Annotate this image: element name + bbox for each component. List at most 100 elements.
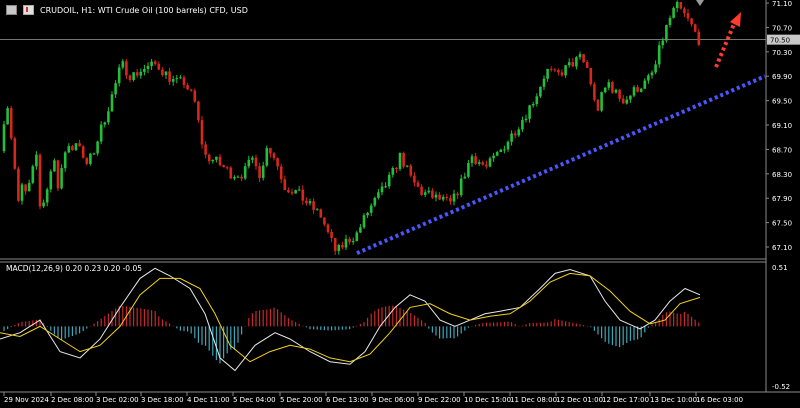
macd-histogram-bar <box>86 326 88 329</box>
macd-histogram-bar <box>147 309 149 327</box>
candle-body <box>258 166 261 178</box>
macd-histogram-bar <box>237 326 239 343</box>
candle-body <box>326 224 330 232</box>
candle-body <box>359 227 362 233</box>
macd-histogram-bar <box>327 326 329 331</box>
candle-body <box>449 197 452 202</box>
price-tick-label: 70.30 <box>772 49 792 57</box>
macd-histogram-bar <box>485 322 487 327</box>
macd-histogram-bar <box>323 326 325 331</box>
time-tick-label: 4 Dec 11:00 <box>187 396 230 404</box>
macd-histogram-bar <box>89 326 91 327</box>
chart-window-icon[interactable] <box>6 5 17 15</box>
macd-histogram-bar <box>291 320 293 327</box>
candle-body <box>553 69 557 71</box>
candle-body <box>117 67 121 84</box>
chart-type-icon[interactable] <box>23 5 34 15</box>
candle-body <box>110 94 114 112</box>
macd-histogram-bar <box>511 322 513 327</box>
macd-histogram-bar <box>97 321 99 327</box>
macd-histogram-bar <box>658 318 660 327</box>
macd-histogram-bar <box>673 312 675 327</box>
macd-histogram-bar <box>161 319 163 327</box>
macd-histogram-bar <box>687 313 689 327</box>
macd-histogram-bar <box>93 323 95 327</box>
candle-body <box>269 148 272 154</box>
candle-body <box>74 143 78 151</box>
candle-body <box>161 69 164 76</box>
candle-body <box>2 124 6 152</box>
macd-histogram-bar <box>305 326 307 328</box>
candle-body <box>107 111 110 123</box>
candle-body <box>485 164 488 167</box>
macd-histogram-bar <box>550 321 552 327</box>
price-tick-label: 69.50 <box>772 98 792 106</box>
candle-body <box>27 182 31 192</box>
candle-body <box>463 176 467 179</box>
candle-body <box>668 17 672 25</box>
candle-body <box>146 65 150 70</box>
macd-histogram-bar <box>532 322 534 327</box>
macd-histogram-bar <box>633 326 635 341</box>
macd-histogram-bar <box>190 326 192 334</box>
candle-body <box>499 149 503 153</box>
macd-label: MACD(12,26,9) 0.20 0.23 0.20 -0.05 <box>6 264 142 273</box>
candle-body <box>420 186 423 195</box>
macd-histogram-bar <box>320 326 322 330</box>
candle-body <box>20 184 24 201</box>
candle-body <box>143 69 146 72</box>
candle-body <box>643 80 647 89</box>
candle-body <box>441 196 445 200</box>
macd-histogram-bar <box>104 316 106 327</box>
macd-histogram-bar <box>431 326 433 333</box>
time-tick-label: 13 Dec 10:00 <box>650 396 697 404</box>
macd-histogram-bar <box>262 309 264 327</box>
macd-histogram-bar <box>187 326 189 332</box>
macd-histogram-bar <box>543 322 545 327</box>
candle-body <box>679 2 683 9</box>
candle-body <box>312 201 315 210</box>
time-tick-label: 2 Dec 08:00 <box>51 396 94 404</box>
macd-histogram-bar <box>691 316 693 327</box>
candle-body <box>135 72 139 76</box>
candle-body <box>6 108 9 125</box>
macd-histogram-bar <box>331 326 333 331</box>
macd-histogram-bar <box>655 322 657 327</box>
candle-body <box>53 160 56 172</box>
macd-histogram-bar <box>302 325 304 327</box>
macd-histogram-bar <box>428 326 430 329</box>
candle-body <box>60 168 63 189</box>
macd-histogram-bar <box>280 312 282 327</box>
macd-histogram-bar <box>593 326 595 331</box>
macd-histogram-bar <box>212 326 214 356</box>
candle-body <box>125 61 128 76</box>
macd-histogram-bar <box>277 309 279 327</box>
macd-histogram-bar <box>215 326 217 361</box>
candle-body <box>225 167 229 169</box>
candle-body <box>67 146 71 153</box>
time-tick-label: 6 Dec 13:00 <box>326 396 369 404</box>
macd-histogram-bar <box>143 309 145 327</box>
macd-histogram-bar <box>61 326 63 340</box>
candle-body <box>438 194 441 200</box>
macd-histogram-bar <box>208 326 210 351</box>
macd-histogram-bar <box>586 325 588 327</box>
candle-body <box>675 2 679 9</box>
macd-histogram-bar <box>179 326 181 331</box>
chart-frames <box>0 0 800 393</box>
price-tick-label: 70.70 <box>772 24 792 32</box>
price-chart[interactable]: 71.10 70.70 70.30 69.90 69.50 69.10 68.70 68.30… <box>0 0 800 408</box>
macd-histogram-bar <box>410 313 412 327</box>
candle-body <box>657 45 661 65</box>
candle-body <box>578 54 582 58</box>
candle-body <box>575 57 578 67</box>
macd-histogram-bar <box>475 324 477 327</box>
macd-histogram-bar <box>572 322 574 327</box>
macd-histogram-bar <box>525 324 527 327</box>
trendline <box>356 74 766 255</box>
candle-body <box>636 87 639 92</box>
candle-body <box>13 138 17 169</box>
macd-histogram-bar <box>694 319 696 327</box>
macd-histogram-bar <box>79 326 81 334</box>
macd-histogram-bar <box>154 311 156 327</box>
